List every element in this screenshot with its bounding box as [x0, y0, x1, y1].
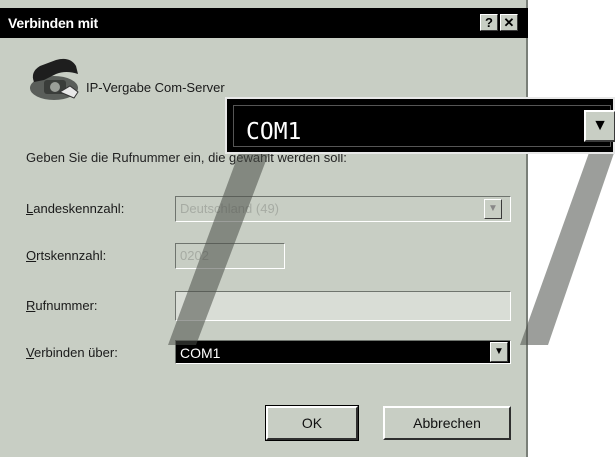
connect-dialog: Verbinden mit ? ✕ IP-Vergabe Com-Server …	[0, 0, 528, 457]
connect-via-value: COM1	[180, 345, 221, 361]
country-code-label-text: andeskennzahl:	[33, 201, 125, 216]
country-code-select[interactable]: Deutschland (49) ▼	[175, 196, 511, 222]
connect-via-select[interactable]: COM1 ▼	[175, 340, 511, 364]
zoom-callout: COM1 ▼	[225, 97, 615, 154]
country-dropdown-button[interactable]: ▼	[484, 199, 502, 219]
entry-name: IP-Vergabe Com-Server	[86, 80, 225, 95]
connect-via-label: Verbinden über:	[26, 345, 118, 360]
phone-number-label: Rufnummer:	[26, 298, 98, 313]
phone-number-input[interactable]	[175, 291, 511, 321]
zoom-combo: COM1 ▼	[233, 105, 615, 147]
area-code-value: 0202	[180, 248, 209, 263]
connect-via-label-text: erbinden über:	[33, 345, 118, 360]
help-button[interactable]: ?	[480, 14, 498, 31]
telephone-icon	[26, 52, 84, 107]
zoom-dropdown-arrow-icon: ▼	[584, 110, 615, 142]
area-code-label-text: rtskennzahl:	[36, 248, 107, 263]
connect-via-accel: V	[26, 345, 34, 360]
window-title: Verbinden mit	[8, 15, 98, 31]
title-bar[interactable]: Verbinden mit ? ✕	[0, 8, 528, 38]
area-code-label: Ortskennzahl:	[26, 248, 106, 263]
cancel-button[interactable]: Abbrechen	[383, 406, 511, 440]
close-button[interactable]: ✕	[500, 14, 518, 31]
area-code-input[interactable]: 0202	[175, 243, 285, 269]
connect-via-dropdown-button[interactable]: ▼	[490, 342, 508, 362]
country-code-value: Deutschland (49)	[180, 201, 279, 216]
phone-number-label-text: ufnummer:	[35, 298, 98, 313]
ok-button[interactable]: OK	[265, 405, 359, 441]
area-code-accel: O	[26, 248, 37, 263]
phone-number-accel: R	[26, 298, 36, 313]
zoom-combo-value: COM1	[246, 119, 302, 145]
country-code-label: Landeskennzahl:	[26, 201, 124, 216]
